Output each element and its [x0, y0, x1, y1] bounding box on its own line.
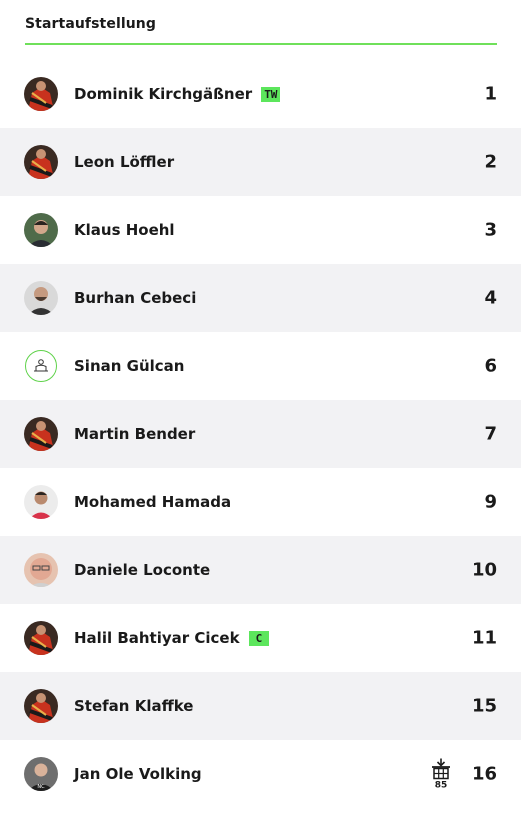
player-row[interactable]: Mohamed Hamada 9: [0, 468, 521, 536]
avatar-placeholder-icon: [25, 350, 57, 382]
player-avatar: [24, 77, 58, 111]
player-name-group: Halil Bahtiyar Cicek C: [74, 629, 270, 647]
player-avatar: [24, 621, 58, 655]
player-row[interactable]: Halil Bahtiyar Cicek C 11: [0, 604, 521, 672]
player-name[interactable]: Mohamed Hamada: [74, 493, 231, 511]
player-name-group: Leon Löffler: [74, 153, 174, 171]
player-name[interactable]: Martin Bender: [74, 425, 195, 443]
player-name-group: Klaus Hoehl: [74, 221, 175, 239]
section-title: Startaufstellung: [25, 16, 156, 32]
player-name[interactable]: Daniele Loconte: [74, 561, 210, 579]
player-avatar: [24, 553, 58, 587]
jersey-number: 9: [484, 491, 497, 513]
player-name-group: Sinan Gülcan: [74, 357, 184, 375]
player-row[interactable]: NC Jan Ole Volking 85 16: [0, 740, 521, 808]
player-name-group: Dominik Kirchgäßner TW: [74, 85, 281, 103]
player-avatar: [24, 689, 58, 723]
substitution-out-icon: [428, 758, 454, 780]
lineup-header: Startaufstellung: [25, 0, 497, 45]
player-name[interactable]: Halil Bahtiyar Cicek: [74, 629, 240, 647]
player-row[interactable]: Leon Löffler 2: [0, 128, 521, 196]
goalkeeper-badge: TW: [261, 86, 281, 102]
player-name-group: Stefan Klaffke: [74, 697, 193, 715]
jersey-number: 4: [484, 287, 497, 309]
player-row[interactable]: Daniele Loconte 10: [0, 536, 521, 604]
jersey-number: 10: [471, 559, 497, 581]
player-row[interactable]: Stefan Klaffke 15: [0, 672, 521, 740]
lineup-panel: Startaufstellung Dominik Kirchgäßner TW 1 L…: [0, 0, 521, 808]
jersey-number: 16: [471, 763, 497, 785]
svg-text:NC: NC: [37, 784, 45, 790]
player-avatar: [24, 417, 58, 451]
player-list: Dominik Kirchgäßner TW 1 Leon Löffler 2 Klaus…: [0, 60, 521, 808]
player-avatar: [24, 213, 58, 247]
jersey-number: 11: [471, 627, 497, 649]
player-name[interactable]: Dominik Kirchgäßner: [74, 85, 252, 103]
player-name-group: Burhan Cebeci: [74, 289, 196, 307]
jersey-number: 6: [484, 355, 497, 377]
jersey-number: 7: [484, 423, 497, 445]
jersey-number: 2: [484, 151, 497, 173]
player-avatar: [24, 485, 58, 519]
player-avatar: NC: [24, 757, 58, 791]
player-avatar: [24, 145, 58, 179]
player-name[interactable]: Klaus Hoehl: [74, 221, 175, 239]
player-name[interactable]: Stefan Klaffke: [74, 697, 193, 715]
player-name[interactable]: Leon Löffler: [74, 153, 174, 171]
player-row[interactable]: Sinan Gülcan 6: [0, 332, 521, 400]
jersey-number: 3: [484, 219, 497, 241]
player-row[interactable]: Dominik Kirchgäßner TW 1: [0, 60, 521, 128]
player-name-group: Mohamed Hamada: [74, 493, 231, 511]
player-row[interactable]: Burhan Cebeci 4: [0, 264, 521, 332]
player-row[interactable]: Martin Bender 7: [0, 400, 521, 468]
jersey-number: 1: [484, 83, 497, 105]
player-name-group: Jan Ole Volking: [74, 765, 202, 783]
player-name[interactable]: Jan Ole Volking: [74, 765, 202, 783]
player-avatar: [24, 281, 58, 315]
jersey-number: 15: [471, 695, 497, 717]
captain-badge: C: [248, 630, 270, 646]
player-row[interactable]: Klaus Hoehl 3: [0, 196, 521, 264]
substitution-minute: 85: [434, 780, 448, 791]
player-name-group: Martin Bender: [74, 425, 195, 443]
substitution-indicator: 85: [428, 758, 454, 791]
player-name-group: Daniele Loconte: [74, 561, 210, 579]
player-name[interactable]: Sinan Gülcan: [74, 357, 184, 375]
player-name[interactable]: Burhan Cebeci: [74, 289, 196, 307]
